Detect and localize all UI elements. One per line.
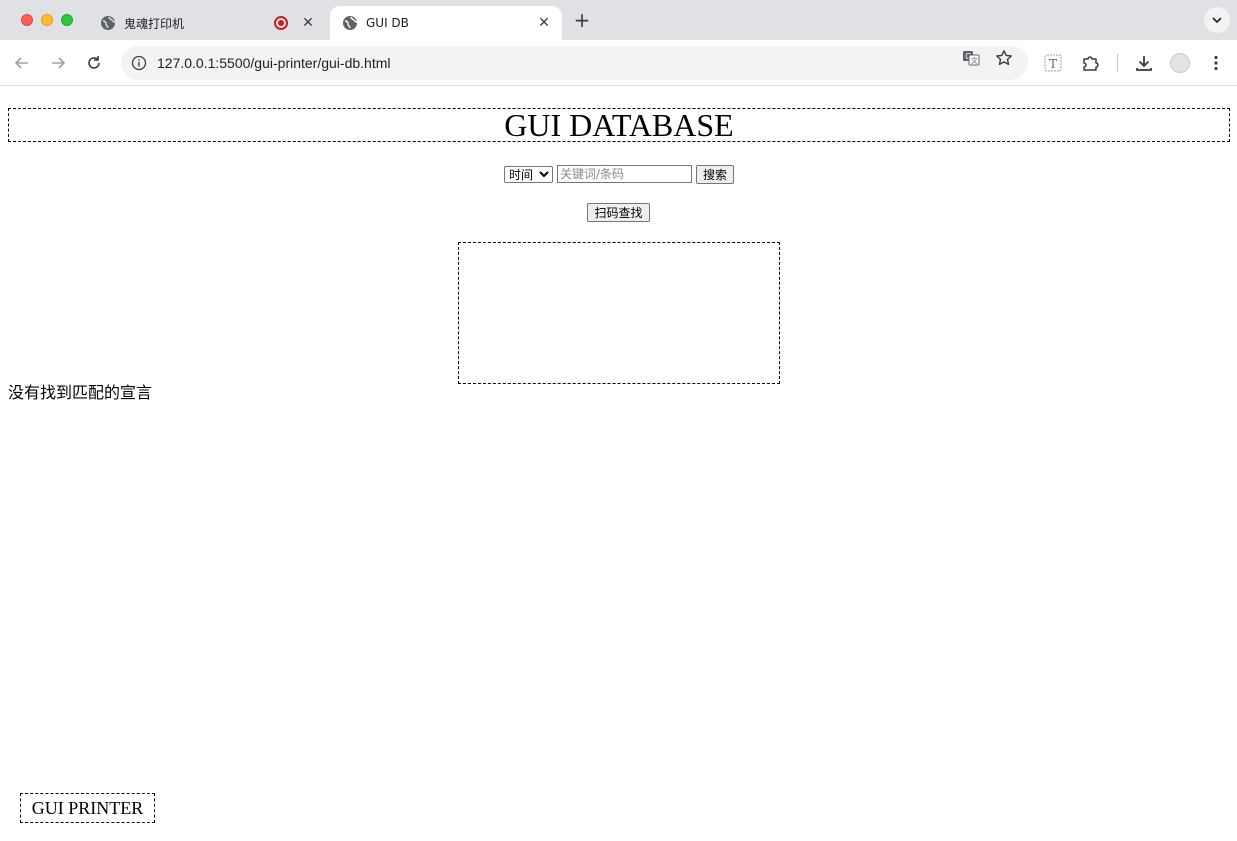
search-button[interactable]: 搜索 (695, 164, 734, 184)
toolbar-divider (1117, 54, 1118, 72)
chevron-down-icon (1212, 17, 1222, 24)
scan-button[interactable]: 扫码查找 (587, 203, 650, 222)
back-button[interactable] (11, 52, 33, 74)
search-input[interactable] (556, 165, 692, 183)
no-result-message: 没有找到匹配的宣言 (8, 383, 153, 402)
search-bar: 时间 搜索 (0, 164, 1237, 184)
recording-icon (274, 16, 288, 30)
browser-toolbar: 127.0.0.1:5500/gui-printer/gui-db.html G… (0, 40, 1237, 86)
maximize-window-button[interactable] (61, 14, 73, 26)
filter-select[interactable]: 时间 (503, 165, 553, 183)
tab-gui-db[interactable]: GUI DB ✕ (330, 6, 562, 40)
download-icon[interactable] (1134, 53, 1154, 73)
info-icon[interactable] (131, 55, 147, 71)
new-tab-button[interactable]: + (572, 10, 592, 30)
page-title: GUI DATABASE (504, 107, 734, 143)
footer-label: GUI PRINTER (31, 797, 144, 818)
arrow-left-icon (14, 57, 28, 69)
arrow-right-icon (52, 57, 66, 69)
tab-title: GUI DB (366, 16, 409, 30)
globe-icon (342, 15, 358, 31)
close-tab-icon[interactable]: ✕ (536, 15, 552, 31)
close-tab-icon[interactable]: ✕ (300, 15, 316, 31)
puzzle-icon[interactable] (1081, 53, 1101, 73)
svg-text:T: T (1049, 57, 1057, 71)
forward-button[interactable] (47, 52, 69, 74)
address-bar[interactable]: 127.0.0.1:5500/gui-printer/gui-db.html (121, 46, 1028, 80)
tab-strip: 鬼魂打印机 ✕ GUI DB ✕ + (0, 0, 1237, 40)
kebab-menu-icon[interactable] (1206, 53, 1226, 73)
svg-text:文: 文 (971, 56, 978, 65)
close-window-button[interactable] (21, 14, 33, 26)
globe-icon (100, 15, 116, 31)
tab-search-button[interactable] (1204, 7, 1230, 33)
url-text[interactable]: 127.0.0.1:5500/gui-printer/gui-db.html (157, 55, 1028, 71)
star-icon[interactable] (995, 49, 1013, 67)
text-icon[interactable]: T (1043, 53, 1063, 73)
tab-title: 鬼魂打印机 (124, 16, 185, 31)
reload-button[interactable] (83, 52, 105, 74)
page-content: GUI DATABASE 时间 搜索 扫码查找 没有找到匹配的宣言 GUI PR… (0, 87, 1237, 841)
gui-printer-link[interactable]: GUI PRINTER (20, 793, 155, 823)
tab-ghost-printer[interactable]: 鬼魂打印机 ✕ (88, 6, 326, 40)
reload-icon (88, 56, 100, 69)
scanner-preview (458, 242, 780, 384)
scan-row: 扫码查找 (0, 203, 1237, 222)
title-box: GUI DATABASE (8, 108, 1230, 142)
minimize-window-button[interactable] (41, 14, 53, 26)
avatar[interactable] (1170, 53, 1190, 73)
translate-icon[interactable]: G文 (962, 49, 980, 67)
